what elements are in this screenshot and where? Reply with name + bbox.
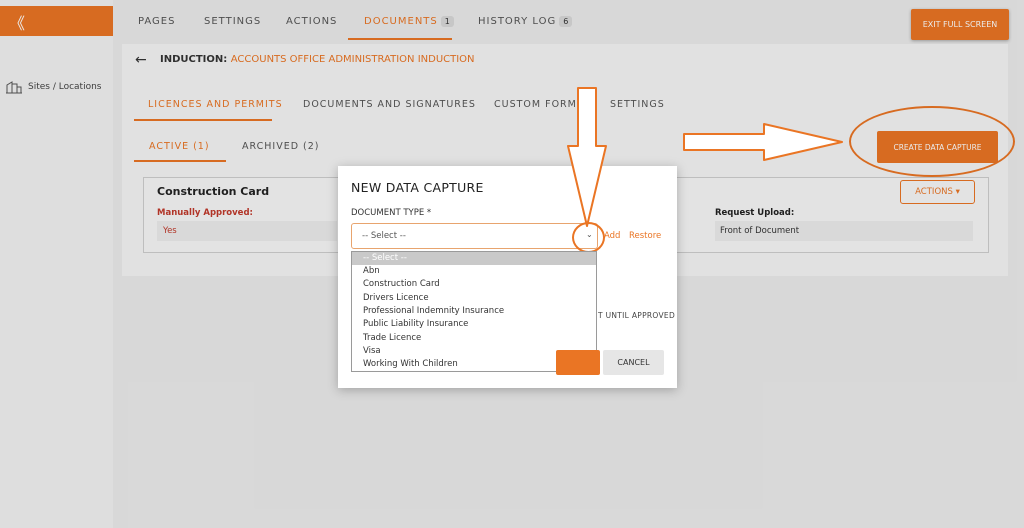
dropdown-option[interactable]: Public Liability Insurance bbox=[352, 318, 596, 331]
annotation-arrow-right bbox=[683, 123, 843, 161]
cancel-button[interactable]: CANCEL bbox=[603, 350, 664, 375]
dropdown-option[interactable]: Trade Licence bbox=[352, 332, 596, 345]
save-button[interactable] bbox=[556, 350, 600, 375]
modal-title: NEW DATA CAPTURE bbox=[351, 180, 484, 195]
annotation-arrow-down bbox=[567, 87, 607, 227]
dropdown-option[interactable]: Drivers Licence bbox=[352, 292, 596, 305]
document-type-label: DOCUMENT TYPE * bbox=[351, 208, 432, 218]
dropdown-option[interactable]: Professional Indemnity Insurance bbox=[352, 305, 596, 318]
dropdown-option[interactable]: -- Select -- bbox=[352, 252, 596, 265]
dropdown-option[interactable]: Abn bbox=[352, 265, 596, 278]
dropdown-option[interactable]: Construction Card bbox=[352, 278, 596, 291]
approval-option-text: T UNTIL APPROVED bbox=[598, 311, 676, 320]
